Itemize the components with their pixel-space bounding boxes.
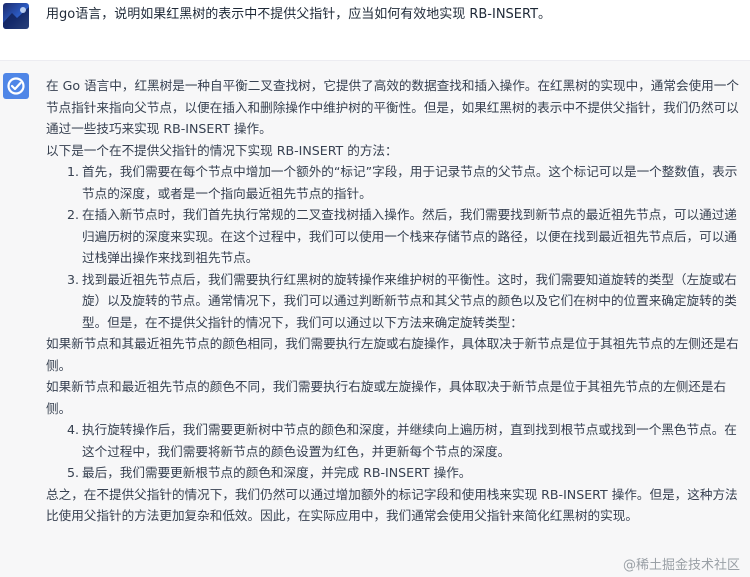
step-text: 首先，我们需要在每个节点中增加一个额外的“标记”字段，用于记录节点的父节点。这个… <box>82 164 738 201</box>
watermark: @稀土掘金技术社区 <box>622 558 740 573</box>
list-item: 3. 找到最近祖先节点后，我们需要执行红黑树的旋转操作来维护树的平衡性。这时，我们… <box>46 269 744 334</box>
assistant-logo-icon <box>7 77 25 95</box>
step-number: 1. <box>67 164 80 179</box>
paragraph-same-color: 如果新节点和其最近祖先节点的颜色相同，我们需要执行左旋或右旋操作，具体取决于新节… <box>46 336 739 373</box>
step-text: 找到最近祖先节点后，我们需要执行红黑树的旋转操作来维护树的平衡性。这时，我们需要… <box>82 271 737 330</box>
steps-list-b: 4. 执行旋转操作后，我们需要更新树中节点的颜色和深度，并继续向上遍历树，直到找到… <box>46 419 744 484</box>
list-item: 5. 最后，我们需要更新根节点的颜色和深度，并完成 RB-INSERT 操作。 <box>46 462 744 484</box>
user-avatar <box>3 3 29 29</box>
step-number: 5. <box>67 465 80 480</box>
step-number: 3. <box>67 271 80 287</box>
step-number: 4. <box>67 422 80 437</box>
list-item: 2. 在插入新节点时，我们首先执行常规的二叉查找树插入操作。然后，我们需要找到新节… <box>46 204 744 269</box>
step-text: 执行旋转操作后，我们需要更新树中节点的颜色和深度，并继续向上遍历树，直到找到根节… <box>82 422 737 459</box>
step-number: 2. <box>67 207 80 222</box>
answer-conclusion: 总之，在不提供父指针的情况下，我们仍然可以通过增加额外的标记字段和使用栈来实现 … <box>46 486 738 524</box>
user-question-text: 用go语言，说明如果红黑树的表示中不提供父指针，应当如何有效地实现 RB-INS… <box>46 7 552 22</box>
user-message-row: 用go语言，说明如果红黑树的表示中不提供父指针，应当如何有效地实现 RB-INS… <box>0 0 750 40</box>
list-item: 1. 首先，我们需要在每个节点中增加一个额外的“标记”字段，用于记录节点的父节点。… <box>46 161 744 204</box>
assistant-avatar <box>3 73 29 99</box>
steps-list-a: 1. 首先，我们需要在每个节点中增加一个额外的“标记”字段，用于记录节点的父节点。… <box>46 161 744 333</box>
assistant-answer: 在 Go 语言中，红黑树是一种自平衡二叉查找树，它提供了高效的数据查找和插入操作… <box>46 75 744 527</box>
answer-intro: 在 Go 语言中，红黑树是一种自平衡二叉查找树，它提供了高效的数据查找和插入操作… <box>46 78 739 136</box>
paragraph-different-color: 如果新节点和最近祖先节点的颜色不同，我们需要执行右旋或左旋操作，具体取决于新节点… <box>46 379 727 416</box>
answer-lead: 以下是一个在不提供父指针的情况下实现 RB-INSERT 的方法： <box>46 142 398 158</box>
step-text: 在插入新节点时，我们首先执行常规的二叉查找树插入操作。然后，我们需要找到新节点的… <box>82 207 737 265</box>
assistant-message-row: 在 Go 语言中，红黑树是一种自平衡二叉查找树，它提供了高效的数据查找和插入操作… <box>0 60 750 577</box>
list-item: 4. 执行旋转操作后，我们需要更新树中节点的颜色和深度，并继续向上遍历树，直到找到… <box>46 419 744 462</box>
step-text: 最后，我们需要更新根节点的颜色和深度，并完成 RB-INSERT 操作。 <box>82 465 472 480</box>
